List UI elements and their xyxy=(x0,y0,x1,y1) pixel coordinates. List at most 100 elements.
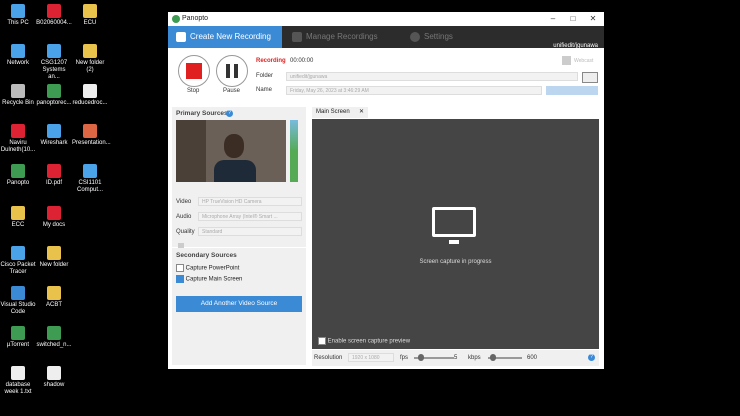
desktop-icon-database[interactable]: database week 1.txt xyxy=(0,366,36,396)
capture-powerpoint-checkbox[interactable] xyxy=(176,264,184,272)
stop-button[interactable] xyxy=(178,55,210,87)
desktop-icon-new-folder-2[interactable]: New folder (2) xyxy=(72,44,108,74)
list-icon xyxy=(292,32,302,42)
minimize-button[interactable]: – xyxy=(546,14,560,24)
secondary-sources-panel: Secondary Sources Capture PowerPoint Cap… xyxy=(172,248,306,365)
primary-sources-panel: Primary Sources ? Video HP TrueVision HD… xyxy=(172,107,306,249)
shortcut-icon xyxy=(47,44,61,58)
desktop-icon-this-pc[interactable]: This PC xyxy=(0,4,36,27)
desktop-icon-presentation[interactable]: Presentation... xyxy=(72,124,111,147)
desktop-icon-csg1207[interactable]: CSG1207 Systems an... xyxy=(36,44,72,81)
info-icon[interactable]: ? xyxy=(226,110,233,117)
tab-manage-recordings[interactable]: Manage Recordings xyxy=(284,26,396,48)
tab-bar: Create New Recording Manage Recordings S… xyxy=(168,26,604,58)
desktop-icon-new-folder[interactable]: New folder xyxy=(36,246,72,269)
quality-label: Quality xyxy=(176,229,195,235)
desktop-icon-pdf[interactable]: B02060004... xyxy=(36,4,72,27)
gear-icon xyxy=(410,32,420,42)
file-icon xyxy=(83,84,97,98)
name-label: Name xyxy=(256,87,273,93)
shortcut-icon xyxy=(83,164,97,178)
desktop-icon-acbt[interactable]: ACBT xyxy=(36,286,72,309)
video-select[interactable]: HP TrueVision HD Camera xyxy=(198,197,302,206)
tab-settings[interactable]: Settings xyxy=(402,26,484,48)
kbps-label: kbps xyxy=(468,355,481,361)
pause-button[interactable] xyxy=(216,55,248,87)
resolution-select[interactable]: 1920 x 1080 xyxy=(348,353,394,362)
camera-icon xyxy=(176,32,186,42)
audio-select[interactable]: Microphone Array (Intel® Smart ... xyxy=(198,212,302,221)
kbps-slider-handle[interactable] xyxy=(490,354,496,361)
kbps-value: 600 xyxy=(527,355,538,361)
desktop-icon-ecu[interactable]: ECU xyxy=(72,4,108,27)
desktop-icon-wireshark[interactable]: Wireshark xyxy=(36,124,72,147)
webcast-checkbox[interactable] xyxy=(562,56,571,65)
tab-create-new-recording[interactable]: Create New Recording xyxy=(168,26,282,48)
desktop-icon-panoptorec[interactable]: panoptorec... xyxy=(36,84,72,107)
folder-icon xyxy=(83,4,97,18)
vscode-icon xyxy=(11,286,25,300)
capture-main-screen-checkbox[interactable] xyxy=(176,275,184,283)
fps-slider-handle[interactable] xyxy=(418,354,424,361)
desktop-icon-utorrent[interactable]: µTorrent xyxy=(0,326,36,349)
monitor-stand-icon xyxy=(449,240,459,244)
capture-status-text: Screen capture in progress xyxy=(419,259,492,265)
desktop-icon-reducedroc[interactable]: reducedroc... xyxy=(72,84,108,107)
panopto-window: Panopto – □ ✕ Create New Recording Manag… xyxy=(168,12,604,369)
audio-label: Audio xyxy=(176,214,192,220)
panopto-icon xyxy=(11,164,25,178)
panopto-icon xyxy=(47,84,61,98)
maximize-button[interactable]: □ xyxy=(566,14,580,24)
desktop-icon-panopto[interactable]: Panopto xyxy=(0,164,36,187)
pause-icon xyxy=(226,64,230,78)
name-action-button[interactable] xyxy=(546,86,598,95)
webcam-person xyxy=(214,160,256,182)
desktop-icon-cisco[interactable]: Cisco Packet Tracer xyxy=(0,246,36,276)
video-label: Video xyxy=(176,199,192,205)
desktop-icon-ecc[interactable]: ECC xyxy=(0,206,36,229)
capture-main-screen-option[interactable]: Capture Main Screen xyxy=(176,275,242,283)
enable-preview-option[interactable]: Enable screen capture preview xyxy=(318,337,410,345)
help-icon[interactable]: ? xyxy=(588,354,595,361)
panopto-logo-icon xyxy=(172,15,180,23)
pdf-icon xyxy=(47,164,61,178)
recording-timer: 00:00:00 xyxy=(290,58,314,64)
desktop-icon-network[interactable]: Network xyxy=(0,44,36,67)
computer-icon xyxy=(11,4,25,18)
webcam-background xyxy=(176,120,206,182)
folder-label: Folder xyxy=(256,73,274,79)
desktop-icon-switched[interactable]: switched_n... xyxy=(36,326,72,349)
file-icon xyxy=(47,206,61,220)
window-title: Panopto xyxy=(182,15,209,22)
folder-icon xyxy=(47,286,61,300)
recording-status: Recording xyxy=(256,58,286,64)
capture-powerpoint-option[interactable]: Capture PowerPoint xyxy=(176,264,239,272)
resolution-label: Resolution xyxy=(314,355,343,361)
stop-label: Stop xyxy=(187,88,200,94)
capture-settings-bar: Resolution 1920 x 1080 fps 5 kbps 600 ? xyxy=(312,350,599,366)
fps-label: fps xyxy=(400,355,409,361)
desktop-icon-vscode[interactable]: Visual Studio Code xyxy=(0,286,36,316)
name-field[interactable]: Friday, May 26, 2023 at 3:46:29 AM xyxy=(286,86,542,95)
secondary-sources-title: Secondary Sources xyxy=(176,252,237,259)
tab-main-screen[interactable]: Main Screen ✕ xyxy=(312,107,368,118)
preview-area: Main Screen ✕ Screen capture in progress… xyxy=(312,107,600,367)
pdf-icon xyxy=(11,124,25,138)
enable-preview-checkbox[interactable] xyxy=(318,337,326,345)
folder-browse-button[interactable] xyxy=(582,72,598,83)
cisco-icon xyxy=(11,246,25,260)
add-video-source-button[interactable]: Add Another Video Source xyxy=(176,296,302,312)
webcast-label: Webcast xyxy=(574,58,594,64)
desktop-icon-id-pdf[interactable]: ID.pdf xyxy=(36,164,72,187)
desktop-icon-my-docs[interactable]: My docs xyxy=(36,206,72,229)
desktop-icon-shadow[interactable]: shadow xyxy=(36,366,72,389)
desktop-icon-csi1101[interactable]: CSI1101 Comput... xyxy=(72,164,108,194)
user-name: unifiedit/jgunawa xyxy=(553,43,598,49)
desktop-icon-naviru[interactable]: Naviru Dulneth(10... xyxy=(0,124,36,154)
folder-icon xyxy=(11,206,25,220)
folder-field[interactable]: unifiedit/jgunawa xyxy=(286,72,578,81)
quality-select[interactable]: Standard xyxy=(198,227,302,236)
desktop-icon-recycle-bin[interactable]: Recycle Bin xyxy=(0,84,36,107)
close-tab-icon[interactable]: ✕ xyxy=(359,107,364,118)
close-button[interactable]: ✕ xyxy=(586,14,600,24)
